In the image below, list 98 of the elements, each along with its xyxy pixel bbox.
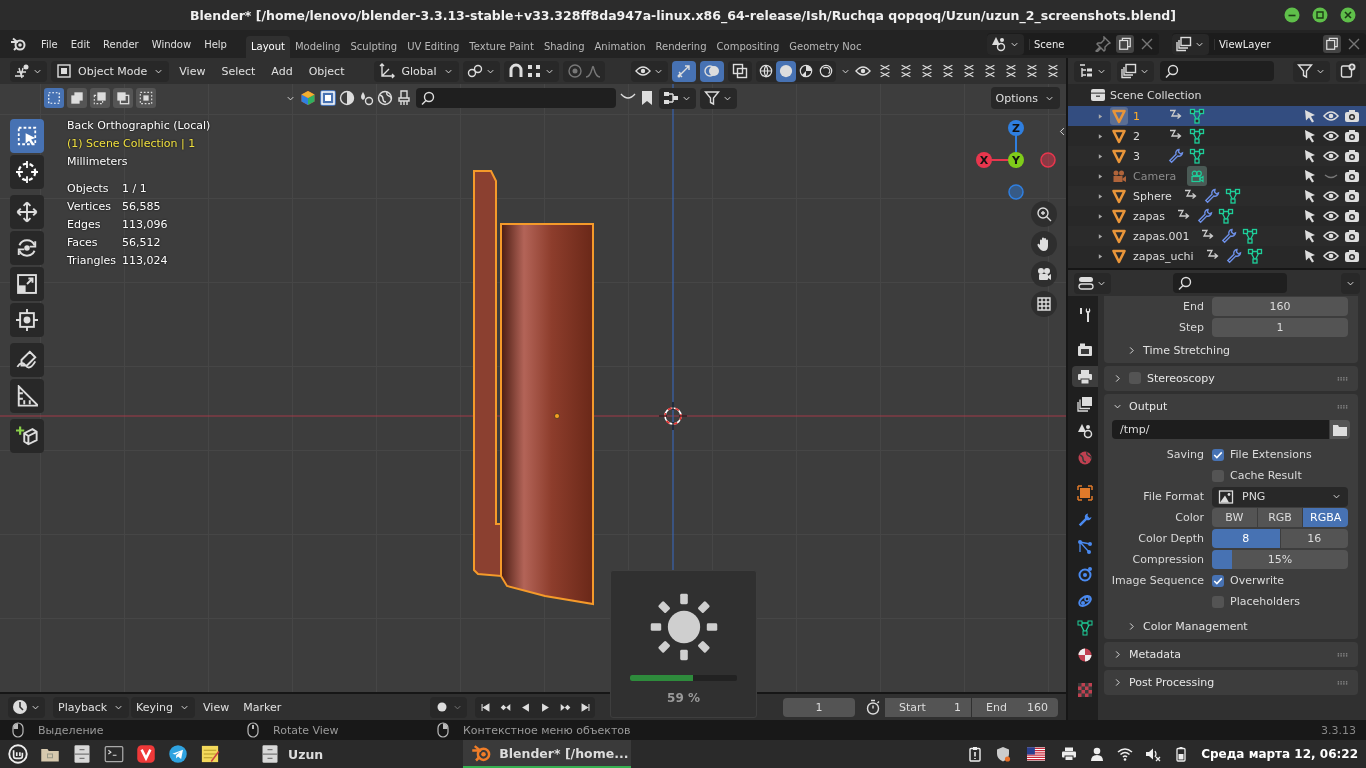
viewport-menu-item[interactable]: Select	[215, 61, 262, 81]
subpanel-header[interactable]: Color Management	[1104, 614, 1358, 638]
current-frame-field[interactable]: 1	[783, 697, 855, 717]
stat-label: Faces	[67, 235, 99, 251]
viewport-menu-item[interactable]: Add	[265, 61, 299, 81]
menu-item[interactable]: Render	[97, 35, 145, 53]
menu-item[interactable]: Window	[145, 35, 198, 53]
start-frame-field[interactable]: Start 1	[885, 697, 971, 717]
collection-name[interactable]: Scene Collection	[1110, 88, 1202, 102]
scene-name-field[interactable]: Scene	[1029, 38, 1090, 50]
panel-header[interactable]: Metadata	[1104, 642, 1358, 666]
segment-button[interactable]: 8	[1212, 529, 1280, 548]
object-name: zapas.001	[1133, 229, 1190, 243]
object-name: 2	[1133, 129, 1141, 143]
stat-value: 113,024	[122, 253, 169, 269]
stat-value: 1 / 1	[122, 181, 148, 197]
stat-label: Objects	[67, 181, 110, 197]
field-label: File Format	[1142, 490, 1204, 503]
workspace-tab[interactable]: Geometry Noc	[784, 36, 867, 58]
checkbox-option[interactable]: Cache Result	[1212, 469, 1348, 482]
stat-label: Triangles	[67, 253, 117, 269]
segment-button[interactable]: 16	[1280, 529, 1348, 548]
field-label: Saving	[1165, 448, 1204, 461]
outliner-row[interactable]: zapas	[1068, 206, 1366, 226]
taskbar-window-button[interactable]: Uzun	[252, 740, 332, 768]
segment-button[interactable]: RGB	[1257, 508, 1303, 527]
axis-handle[interactable]: Y	[1008, 152, 1024, 168]
segment-button[interactable]: BW	[1212, 508, 1257, 527]
view-name: Back Orthographic (Local)	[67, 118, 211, 134]
number-field[interactable]: 160	[1212, 297, 1348, 316]
file-format-dropdown[interactable]: PNG	[1212, 486, 1348, 507]
collection-info: (1) Scene Collection | 1	[67, 136, 197, 152]
timeline-menu-item[interactable]: Marker	[237, 697, 288, 717]
viewport-menu-item[interactable]: View	[173, 61, 212, 81]
stat-value: 113,096	[122, 217, 169, 233]
viewport-menu-item[interactable]: Object	[302, 61, 351, 81]
menu-item[interactable]: Help	[198, 35, 233, 53]
status-hint: Rotate View	[273, 723, 339, 737]
timeline-menu-item[interactable]: View	[197, 697, 236, 717]
object-name: Camera	[1133, 169, 1177, 183]
units-label: Millimeters	[67, 154, 129, 170]
workspace-tab[interactable]: UV Editing	[402, 36, 465, 58]
stat-value: 56,512	[122, 235, 162, 251]
version-label: 3.3.13	[1321, 723, 1356, 737]
object-name: zapas_uchi	[1133, 249, 1194, 263]
workspace-tab[interactable]: Sculpting	[345, 36, 403, 58]
number-field[interactable]: 1	[1212, 318, 1348, 337]
outliner-row[interactable]: 2	[1068, 126, 1366, 146]
subpanel-header[interactable]: Time Stretching	[1104, 338, 1358, 362]
workspace-tab[interactable]: Rendering	[650, 36, 712, 58]
workspace-tab[interactable]: Texture Paint	[464, 36, 539, 58]
axis-handle[interactable]: X	[976, 152, 992, 168]
stat-label: Vertices	[67, 199, 112, 215]
brightness-value: 59 %	[667, 691, 700, 705]
end-frame-field[interactable]: End 160	[972, 697, 1058, 717]
field-label: Step	[1177, 321, 1204, 334]
checkbox-option[interactable]: File Extensions	[1212, 448, 1348, 461]
stat-value: 56,585	[122, 199, 162, 215]
outliner-row[interactable]: 1	[1068, 106, 1366, 126]
status-hint: Контекстное меню объектов	[463, 723, 631, 737]
field-label: Color	[1174, 511, 1204, 524]
workspace-tab[interactable]: Layout	[245, 36, 290, 58]
mode-dropdown[interactable]: Object Mode	[51, 60, 170, 82]
field-label: End	[1182, 300, 1204, 313]
workspace-tab[interactable]: Compositing	[711, 36, 785, 58]
checkbox-option[interactable]: Overwrite	[1212, 574, 1348, 587]
field-label: Image Sequence	[1110, 574, 1204, 587]
viewport-canvas[interactable]: Options Back Orthographic (Local) (1) Scene Collection | 1 Millimeters Objects 1 / 1 Vertices 56,585 Edges 113,096 Faces 56,512 Triangles 113,024 Z X Y	[0, 84, 1066, 692]
window-title: Blender* [/home/lenovo/blender-3.3.13-stable+v33.328ff8da947a-linux.x86_64-release/Ish/Ruchqa qopqoq/Uzun/uzun_2_screenshots.blend]	[190, 7, 1176, 23]
stat-label: Edges	[67, 217, 102, 233]
status-hint: Выделение	[38, 723, 104, 737]
field-label: Color Depth	[1137, 532, 1204, 545]
field-label: Compression	[1131, 553, 1204, 566]
workspace-tab[interactable]: Animation	[589, 36, 651, 58]
timeline-dropdown[interactable]: Playback	[53, 696, 130, 718]
compression-slider[interactable]: 15%	[1212, 550, 1348, 569]
panel-header[interactable]: Output	[1104, 394, 1358, 418]
clock[interactable]: Среда марта 12, 06:22	[1201, 747, 1358, 761]
panel-header[interactable]: Post Processing	[1104, 670, 1358, 694]
options-dropdown[interactable]: Options	[990, 87, 1060, 109]
orientation-dropdown[interactable]: Global	[374, 60, 459, 82]
workspace-tab[interactable]: Modeling	[289, 36, 346, 58]
menu-item[interactable]: File	[35, 35, 64, 53]
object-name: zapas	[1133, 209, 1165, 223]
axis-handle[interactable]: Z	[1008, 120, 1024, 136]
outliner-row[interactable]: zapas_uchi	[1068, 246, 1366, 266]
output-path-field[interactable]: /tmp/	[1112, 420, 1329, 439]
segment-button[interactable]: RGBA	[1303, 508, 1348, 527]
timeline-dropdown[interactable]: Keying	[131, 696, 196, 718]
object-name: 3	[1133, 149, 1141, 163]
taskbar-window-button[interactable]: Blender* [/home...	[463, 740, 632, 768]
panel-header[interactable]: Stereoscopy	[1104, 366, 1358, 390]
checkbox-option[interactable]: Placeholders	[1212, 595, 1348, 608]
menu-item[interactable]: Edit	[64, 35, 97, 53]
outliner-row[interactable]: Camera	[1068, 166, 1366, 186]
workspace-tab[interactable]: Shading	[538, 36, 590, 58]
object-name: Sphere	[1133, 189, 1172, 203]
object-name: 1	[1133, 109, 1141, 123]
